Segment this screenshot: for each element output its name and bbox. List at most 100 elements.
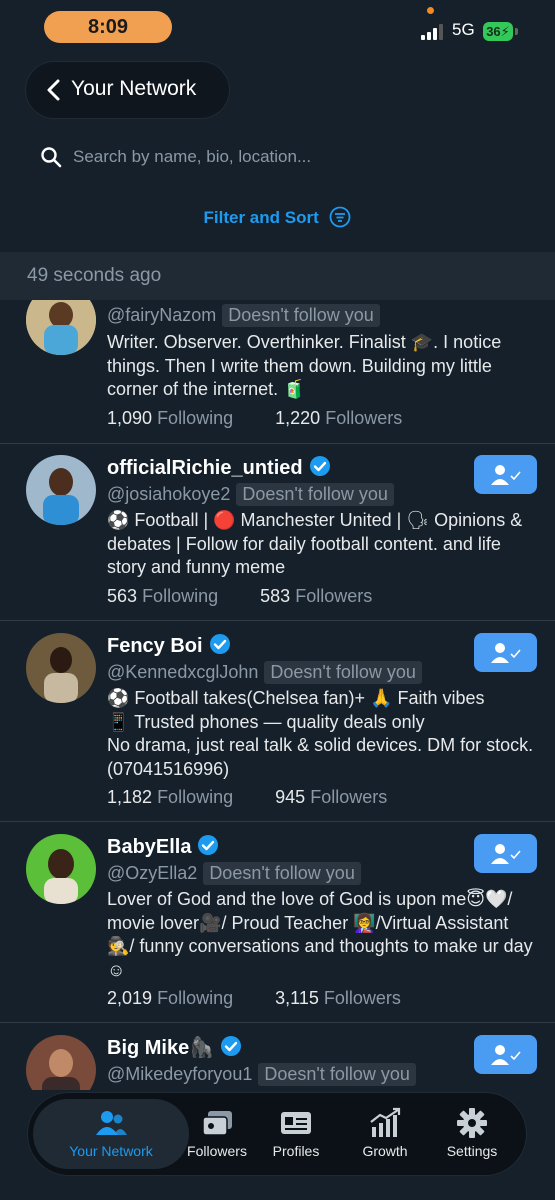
page-title: Your Network — [71, 77, 197, 100]
followers-label: Followers — [325, 408, 403, 428]
following-count: 2,019 — [107, 988, 153, 1008]
following-label: Following — [157, 408, 234, 428]
verified-icon — [198, 835, 219, 855]
follow-status-badge: Doesn't follow you — [264, 661, 422, 684]
last-updated-bar: 49 seconds ago — [0, 252, 555, 300]
avatar[interactable] — [26, 455, 96, 525]
tab-label: Settings — [446, 1143, 498, 1159]
account-stats: 1,182 Following 945 Followers — [107, 787, 387, 808]
back-button[interactable]: Your Network — [26, 62, 229, 118]
handle-text: @OzyElla2 — [107, 863, 198, 883]
battery-tip — [515, 28, 518, 35]
following-count: 1,182 — [107, 787, 153, 807]
following-label: Following — [157, 988, 234, 1008]
follow-status-badge: Doesn't follow you — [258, 1063, 416, 1086]
name-text: BabyElla — [107, 836, 192, 858]
account-card[interactable]: Big Mike🦍 @Mikedeyforyou1 Doesn't follow … — [0, 1023, 555, 1090]
followers-label: Followers — [323, 988, 401, 1008]
account-stats: 563 Following 583 Followers — [107, 586, 372, 607]
chevron-left-icon — [47, 79, 60, 101]
account-list[interactable]: @fairyNazom Doesn't follow you Writer. Ob… — [0, 300, 555, 1090]
follow-status-badge: Doesn't follow you — [222, 304, 380, 327]
filter-sort-button[interactable]: Filter and Sort — [0, 206, 555, 228]
avatar[interactable] — [26, 300, 96, 355]
search-icon — [41, 147, 62, 168]
name-text: Big Mike🦍 — [107, 1037, 215, 1059]
verified-icon — [209, 634, 230, 654]
verified-icon — [309, 456, 330, 476]
account-bio: ⚽ Football takes(Chelsea fan)+ 🙏 Faith v… — [107, 688, 534, 779]
handle-text: @fairyNazom — [107, 305, 217, 325]
account-name: BabyElla — [107, 834, 219, 859]
following-label: Following — [142, 586, 219, 606]
follow-button[interactable] — [474, 633, 537, 672]
account-handle: @fairyNazom Doesn't follow you — [107, 304, 380, 327]
account-stats: 1,090 Following 1,220 Followers — [107, 408, 402, 429]
name-text: officialRichie_untied — [107, 457, 303, 479]
tab-profiles[interactable]: Profiles — [259, 1099, 333, 1169]
account-card[interactable]: @fairyNazom Doesn't follow you Writer. Ob… — [0, 300, 555, 444]
handle-text: @KennedxcglJohn — [107, 662, 259, 682]
tab-settings[interactable]: Settings — [434, 1099, 510, 1169]
account-handle: @josiahokoye2 Doesn't follow you — [107, 483, 394, 506]
tab-growth[interactable]: Growth — [346, 1099, 424, 1169]
account-handle: @OzyElla2 Doesn't follow you — [107, 862, 361, 885]
follow-status-badge: Doesn't follow you — [203, 862, 361, 885]
account-name: Big Mike🦍 — [107, 1035, 242, 1060]
search-placeholder: Search by name, bio, location... — [73, 147, 312, 166]
following-count: 563 — [107, 586, 138, 606]
id-card-icon — [281, 1112, 311, 1134]
account-stats: 2,019 Following 3,115 Followers — [107, 988, 401, 1009]
followers-count: 945 — [275, 787, 306, 807]
users-icon — [96, 1111, 127, 1135]
follow-button[interactable] — [474, 1035, 537, 1074]
following-count: 1,090 — [107, 408, 153, 428]
account-bio: ⚽ Football | 🔴 Manchester United | 🗣 Opi… — [107, 510, 523, 577]
tab-your-network[interactable]: Your Network — [33, 1099, 189, 1169]
status-bar: 8:09 5G 36⚡ — [0, 0, 555, 56]
account-card[interactable]: BabyElla @OzyElla2 Doesn't follow you Lov… — [0, 822, 555, 1023]
battery-icon: 36⚡ — [483, 22, 513, 41]
account-bio: Lover of God and the love of God is upon… — [107, 889, 533, 980]
account-name: Fency Boi — [107, 633, 231, 658]
account-card[interactable]: officialRichie_untied @josiahokoye2 Doesn… — [0, 443, 555, 621]
avatar[interactable] — [26, 834, 96, 904]
followers-count: 583 — [260, 586, 291, 606]
search-input[interactable]: Search by name, bio, location... — [40, 144, 520, 172]
account-bio: Writer. Observer. Overthinker. Finalist … — [107, 332, 502, 399]
handle-text: @Mikedeyforyou1 — [107, 1064, 253, 1084]
tab-followers[interactable]: Followers — [175, 1099, 259, 1169]
privacy-indicator-dot — [427, 7, 434, 14]
signal-icon — [421, 24, 443, 40]
account-name: officialRichie_untied — [107, 455, 331, 480]
name-text: Fency Boi — [107, 635, 203, 657]
followers-count: 1,220 — [275, 408, 321, 428]
account-handle: @KennedxcglJohn Doesn't follow you — [107, 661, 422, 684]
account-handle: @Mikedeyforyou1 Doesn't follow you — [107, 1063, 416, 1086]
handle-text: @josiahokoye2 — [107, 484, 231, 504]
tab-label: Your Network — [69, 1143, 153, 1159]
followers-label: Followers — [295, 586, 373, 606]
gear-icon — [457, 1108, 487, 1138]
tab-label: Profiles — [272, 1143, 320, 1159]
followers-count: 3,115 — [275, 988, 319, 1008]
account-card[interactable]: Fency Boi @KennedxcglJohn Doesn't follow … — [0, 621, 555, 822]
network-type: 5G — [452, 20, 475, 39]
avatar[interactable] — [26, 1035, 96, 1090]
battery-level: 36 — [486, 24, 501, 39]
growth-chart-icon — [370, 1107, 401, 1137]
filter-sort-label: Filter and Sort — [203, 208, 319, 227]
last-updated-text: 49 seconds ago — [27, 265, 162, 286]
follow-button[interactable] — [474, 834, 537, 873]
follow-button[interactable] — [474, 455, 537, 494]
followers-cards-icon — [202, 1111, 232, 1136]
tab-label: Growth — [362, 1143, 408, 1159]
filter-icon — [330, 206, 351, 228]
status-time[interactable]: 8:09 — [44, 11, 172, 43]
tab-label: Followers — [187, 1143, 247, 1159]
avatar[interactable] — [26, 633, 96, 703]
verified-icon — [221, 1036, 242, 1056]
following-label: Following — [157, 787, 234, 807]
followers-label: Followers — [310, 787, 388, 807]
bottom-nav: Your Network Followers Profiles Growth S… — [28, 1093, 526, 1175]
